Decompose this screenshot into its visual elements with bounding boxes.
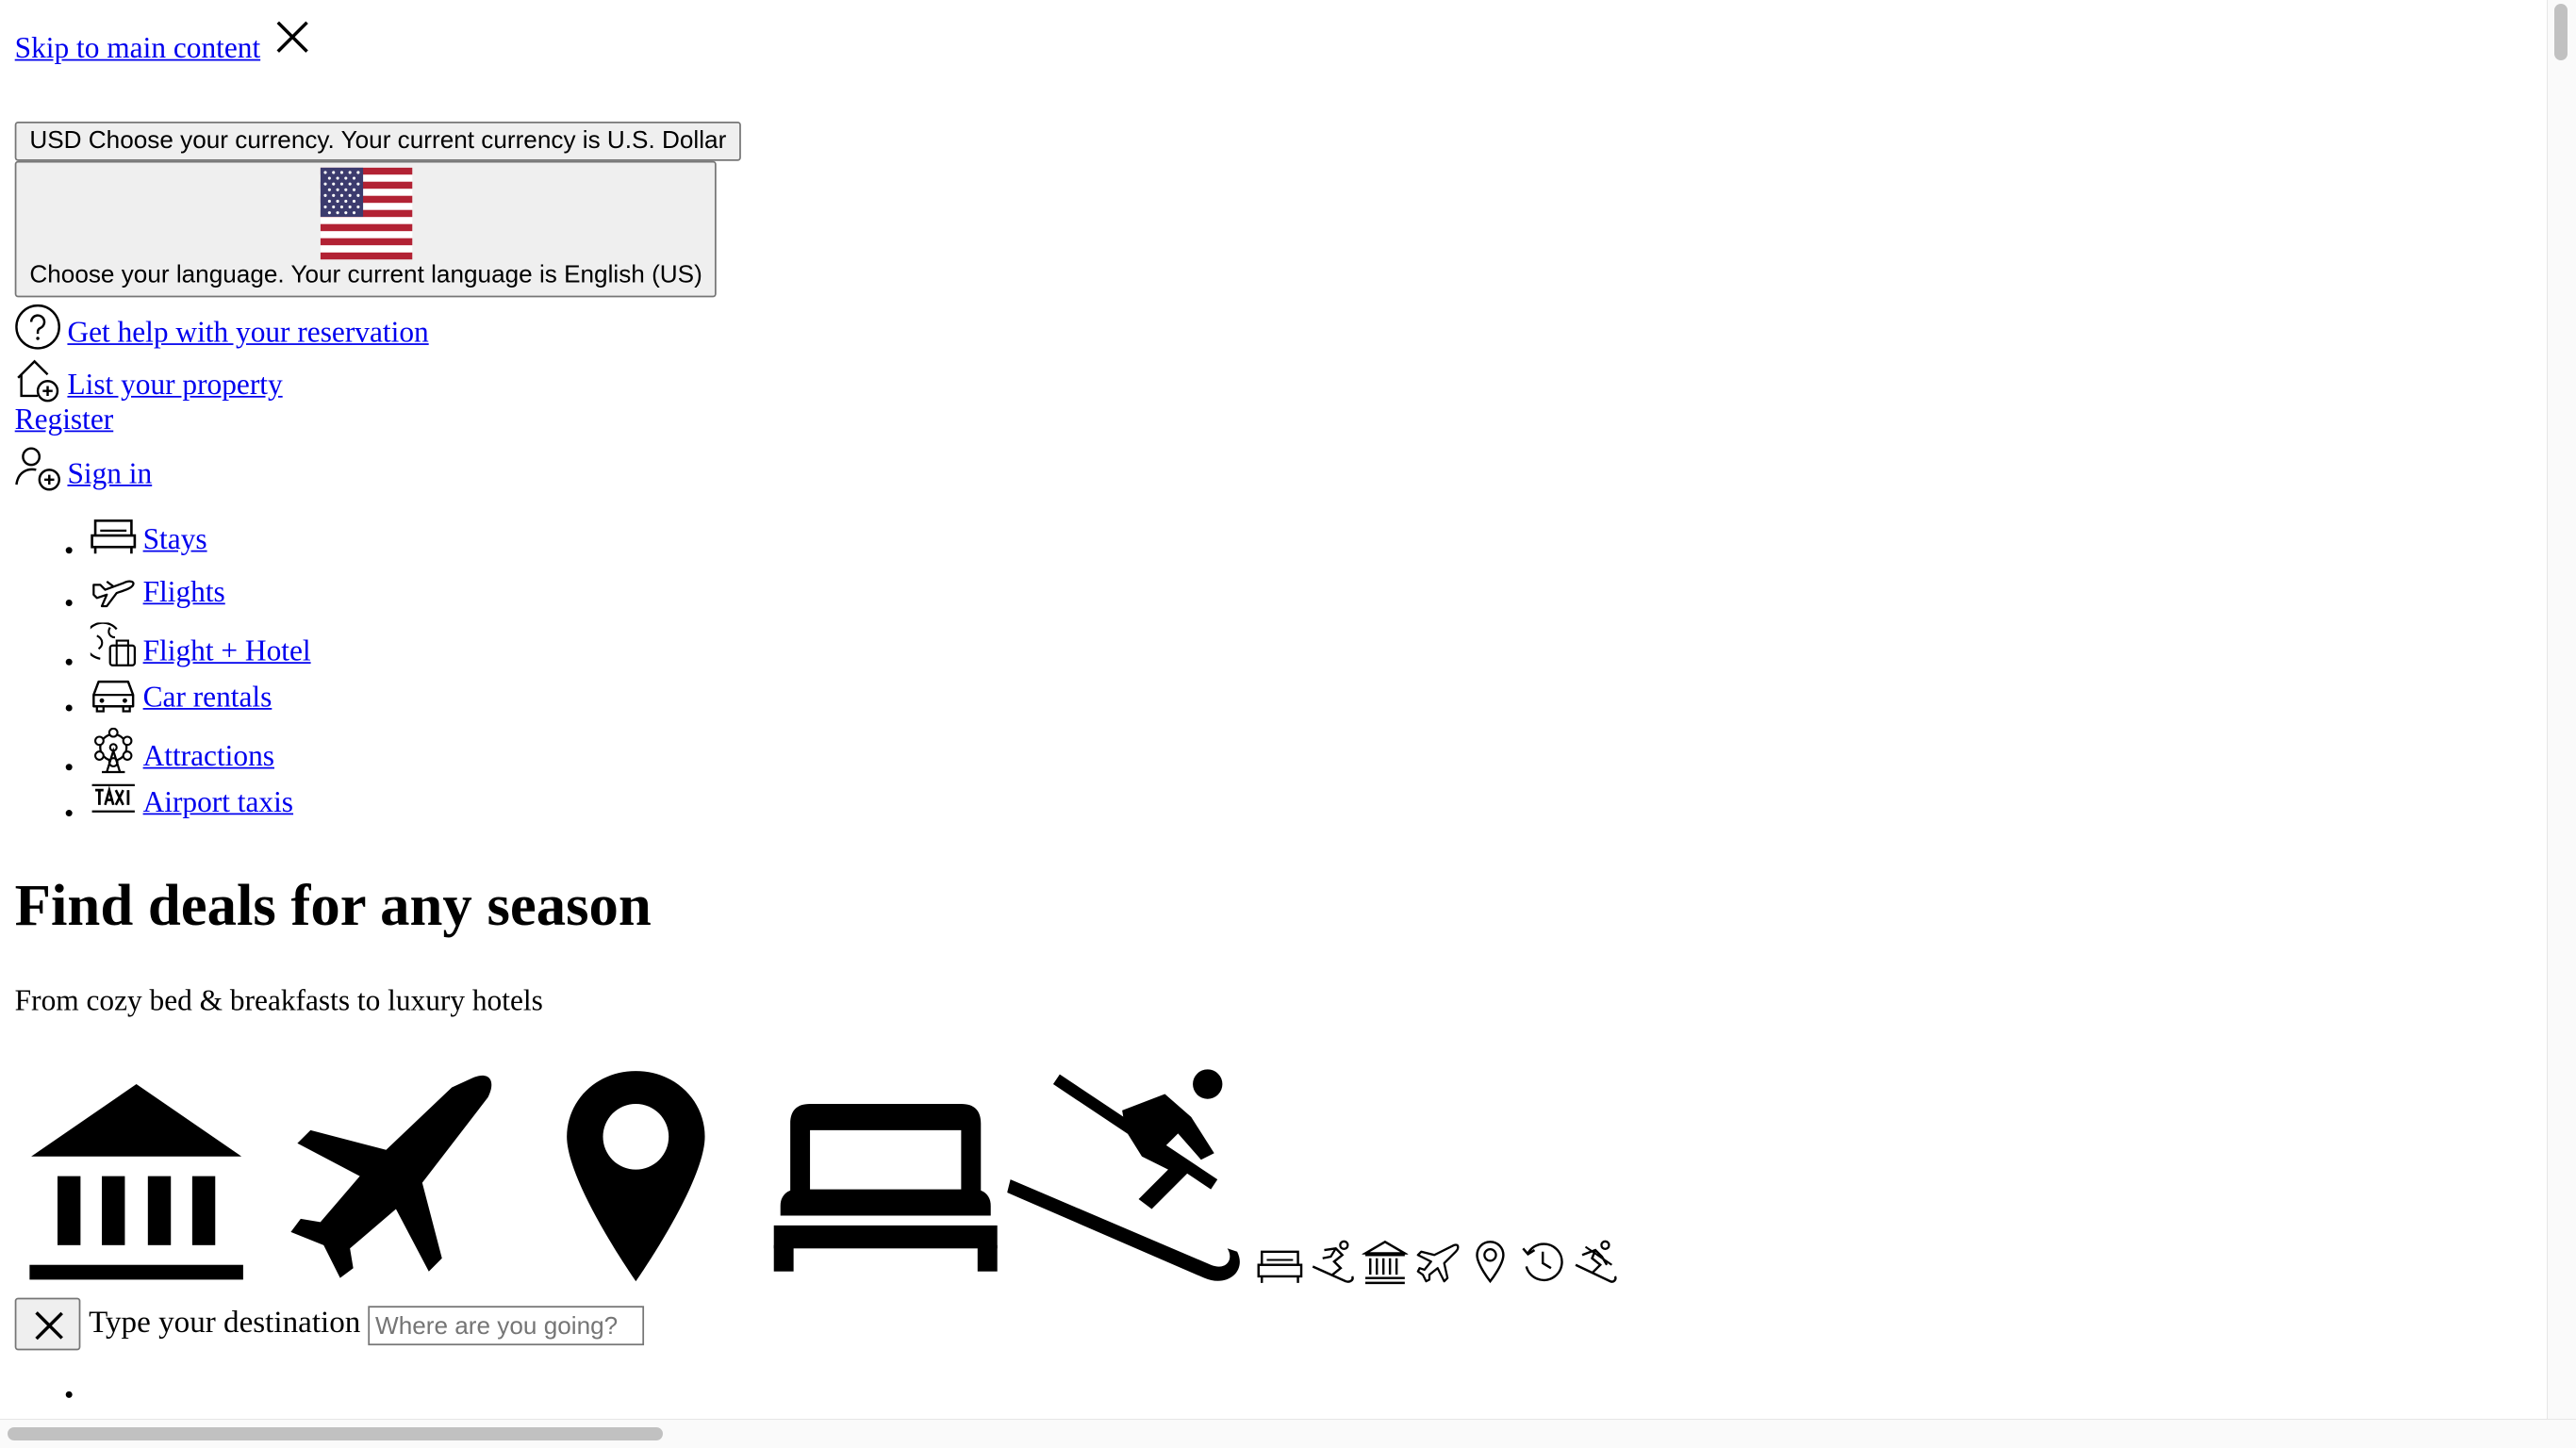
- airplane-icon: [290, 1075, 492, 1278]
- help-row: Get help with your reservation: [15, 301, 2545, 350]
- list-item: [91, 1380, 2545, 1403]
- nav-link-flights[interactable]: Flights: [143, 573, 225, 609]
- nav-link-stays[interactable]: Stays: [143, 520, 207, 556]
- bed-outline-icon: [1257, 1250, 1303, 1283]
- snowboarder-icon: [1312, 1240, 1354, 1283]
- nav-item-attractions: Attractions: [91, 727, 2545, 781]
- bed-icon: [91, 519, 137, 554]
- pin-outline-icon: [1476, 1241, 1505, 1284]
- main-nav: Stays Flights Flight + Hotel: [15, 518, 2545, 833]
- sign-in-row: Sign in: [15, 438, 2545, 491]
- nav-link-flight-hotel[interactable]: Flight + Hotel: [143, 633, 311, 668]
- nav-item-stays: Stays: [91, 518, 2545, 570]
- currency-button[interactable]: USD Choose your currency. Your current c…: [14, 121, 741, 161]
- skier-icon: [1007, 1069, 1240, 1281]
- list-property-row: List your property: [15, 350, 2545, 403]
- page: Skip to main content USD Choose your cur…: [0, 0, 2546, 1419]
- skip-row: Skip to main content: [15, 16, 2545, 89]
- nav-item-flight-hotel: Flight + Hotel: [90, 622, 2545, 675]
- vertical-scroll-thumb[interactable]: [2554, 4, 2568, 60]
- us-flag-icon: [320, 167, 412, 260]
- plane-outline-icon: [1416, 1243, 1460, 1283]
- horizontal-scroll-thumb[interactable]: [8, 1427, 663, 1440]
- museum-outline-icon: [1362, 1240, 1409, 1285]
- car-icon: [92, 680, 135, 713]
- history-icon: [1522, 1242, 1563, 1282]
- taxi-icon: [91, 783, 135, 813]
- sign-in-link[interactable]: Sign in: [67, 455, 152, 491]
- list-property-link[interactable]: List your property: [67, 367, 282, 403]
- ferris-wheel-icon: [94, 727, 133, 774]
- museum-icon: [29, 1084, 243, 1280]
- nav-item-flights: Flights: [91, 570, 2545, 623]
- skier-outline-icon: [1575, 1240, 1617, 1283]
- destination-row: Type your destination: [14, 1297, 2545, 1351]
- house-plus-icon: [17, 359, 59, 403]
- page-content: Skip to main content USD Choose your cur…: [0, 0, 2545, 1403]
- language-button[interactable]: Choose your language. Your current langu…: [14, 160, 718, 298]
- bed-icon: [773, 1103, 998, 1272]
- plane-icon: [92, 580, 135, 608]
- page-subtitle: From cozy bed & breakfasts to luxury hot…: [14, 983, 543, 1017]
- user-plus-icon: [15, 447, 60, 491]
- decorative-icon-row: [15, 1061, 2545, 1285]
- language-button-label: Choose your language. Your current langu…: [29, 261, 702, 289]
- question-circle-icon: [15, 304, 60, 350]
- destination-suggestions: [15, 1380, 2545, 1403]
- register-link[interactable]: Register: [15, 403, 114, 436]
- register-row: Register: [15, 403, 2545, 438]
- page-title: Find deals for any season: [14, 872, 652, 938]
- globe-luggage-icon: [90, 622, 137, 666]
- skip-to-main-link[interactable]: Skip to main content: [15, 31, 260, 66]
- clear-destination-button[interactable]: [14, 1297, 81, 1351]
- nav-item-car-rentals: Car rentals: [91, 675, 2545, 728]
- map-pin-icon: [567, 1071, 705, 1282]
- close-icon[interactable]: [273, 16, 313, 56]
- nav-link-car-rentals[interactable]: Car rentals: [143, 679, 272, 715]
- destination-label: Type your destination: [89, 1306, 361, 1341]
- nav-link-attractions[interactable]: Attractions: [143, 737, 274, 773]
- horizontal-scrollbar[interactable]: [0, 1419, 2576, 1448]
- small-icon-row: [1257, 1239, 1618, 1285]
- help-reservation-link[interactable]: Get help with your reservation: [67, 314, 428, 350]
- nav-item-airport-taxis: Airport taxis: [91, 781, 2545, 833]
- destination-input[interactable]: [369, 1306, 645, 1346]
- vertical-scrollbar[interactable]: [2547, 0, 2576, 1448]
- nav-link-airport-taxis[interactable]: Airport taxis: [143, 783, 293, 819]
